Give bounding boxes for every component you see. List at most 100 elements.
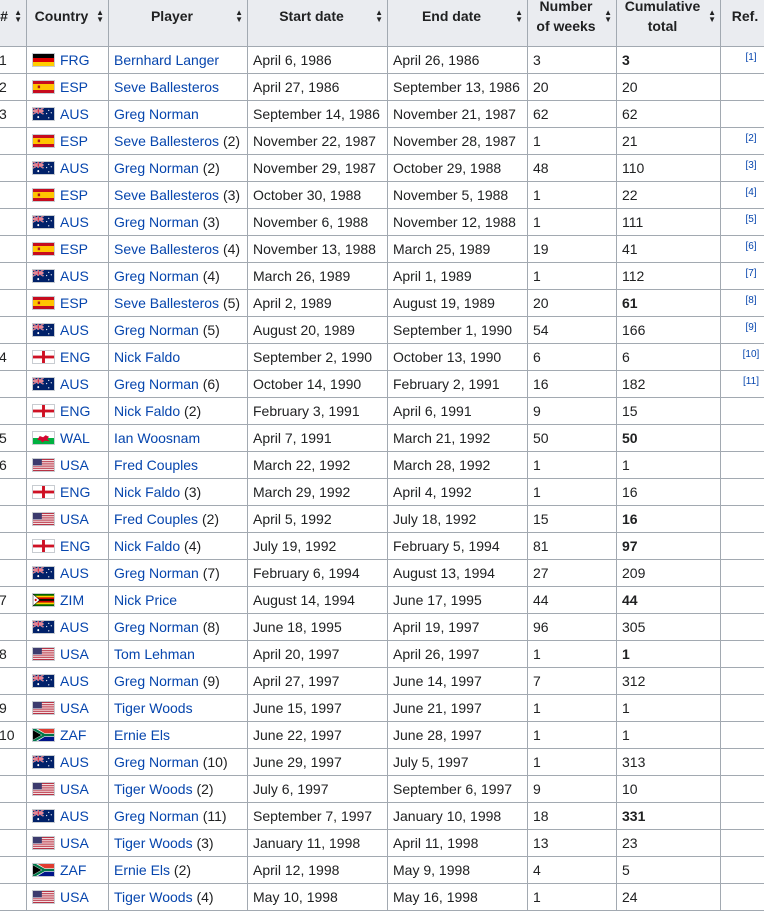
player-link[interactable]: Greg Norman xyxy=(114,214,199,230)
column-header-num[interactable]: #▲▼ xyxy=(0,0,27,47)
end-date-cell: April 11, 1998 xyxy=(388,830,528,857)
country-link[interactable]: AUS xyxy=(60,106,89,122)
reign-count: (7) xyxy=(203,565,220,581)
player-link[interactable]: Greg Norman xyxy=(114,268,199,284)
player-link[interactable]: Ian Woosnam xyxy=(114,430,200,446)
country-link[interactable]: AUS xyxy=(60,322,89,338)
country-link[interactable]: ZIM xyxy=(60,592,84,608)
player-link[interactable]: Ernie Els xyxy=(114,727,170,743)
country-link[interactable]: AUS xyxy=(60,808,89,824)
reference-link[interactable]: [2] xyxy=(745,133,756,144)
country-link[interactable]: USA xyxy=(60,835,89,851)
reference-link[interactable]: [6] xyxy=(745,241,756,252)
country-link[interactable]: WAL xyxy=(60,430,90,446)
country-link[interactable]: ENG xyxy=(60,538,90,554)
rank-number-cell: 5 xyxy=(0,425,27,452)
country-link[interactable]: ESP xyxy=(60,241,88,257)
player-link[interactable]: Greg Norman xyxy=(114,322,199,338)
player-link[interactable]: Greg Norman xyxy=(114,754,199,770)
country-link[interactable]: ENG xyxy=(60,484,90,500)
country-link[interactable]: AUS xyxy=(60,268,89,284)
player-link[interactable]: Seve Ballesteros xyxy=(114,79,219,95)
sort-icon[interactable]: ▲▼ xyxy=(235,9,243,23)
country-link[interactable]: USA xyxy=(60,457,89,473)
country-link[interactable]: ENG xyxy=(60,349,90,365)
country-link[interactable]: ZAF xyxy=(60,862,86,878)
player-link[interactable]: Nick Faldo xyxy=(114,349,180,365)
player-link[interactable]: Bernhard Langer xyxy=(114,52,219,68)
column-header-end[interactable]: End date▲▼ xyxy=(388,0,528,47)
column-header-country[interactable]: Country▲▼ xyxy=(27,0,109,47)
country-link[interactable]: USA xyxy=(60,511,89,527)
column-header-weeks[interactable]: Number of weeks▲▼ xyxy=(528,0,617,47)
sort-icon[interactable]: ▲▼ xyxy=(604,9,612,23)
country-link[interactable]: ENG xyxy=(60,403,90,419)
country-link[interactable]: AUS xyxy=(60,619,89,635)
sort-icon[interactable]: ▲▼ xyxy=(14,9,22,23)
player-link[interactable]: Tiger Woods xyxy=(114,835,193,851)
country-link[interactable]: FRG xyxy=(60,52,90,68)
reference-link[interactable]: [4] xyxy=(745,187,756,198)
flag-south-africa-icon xyxy=(32,728,55,742)
player-link[interactable]: Greg Norman xyxy=(114,376,199,392)
country-link[interactable]: AUS xyxy=(60,673,89,689)
reference-link[interactable]: [5] xyxy=(745,214,756,225)
player-link[interactable]: Greg Norman xyxy=(114,160,199,176)
reference-link[interactable]: [9] xyxy=(745,322,756,333)
country-cell: AUS xyxy=(27,101,109,128)
player-link[interactable]: Tom Lehman xyxy=(114,646,195,662)
reference-link[interactable]: [11] xyxy=(743,376,759,387)
country-link[interactable]: USA xyxy=(60,700,89,716)
cumulative-total-cell: 1 xyxy=(617,722,721,749)
player-link[interactable]: Seve Ballesteros xyxy=(114,295,219,311)
player-link[interactable]: Nick Faldo xyxy=(114,403,180,419)
country-cell: ENG xyxy=(27,479,109,506)
country-link[interactable]: USA xyxy=(60,889,89,905)
column-header-player[interactable]: Player▲▼ xyxy=(109,0,248,47)
player-link[interactable]: Tiger Woods xyxy=(114,700,193,716)
reference-link[interactable]: [10] xyxy=(743,349,760,360)
reference-link[interactable]: [3] xyxy=(745,160,756,171)
country-link[interactable]: ESP xyxy=(60,187,88,203)
country-link[interactable]: ZAF xyxy=(60,727,86,743)
reference-link[interactable]: [8] xyxy=(745,295,756,306)
country-link[interactable]: AUS xyxy=(60,754,89,770)
country-link[interactable]: AUS xyxy=(60,376,89,392)
player-link[interactable]: Greg Norman xyxy=(114,619,199,635)
player-link[interactable]: Tiger Woods xyxy=(114,889,193,905)
sort-icon[interactable]: ▲▼ xyxy=(708,9,716,23)
country-link[interactable]: ESP xyxy=(60,295,88,311)
sort-icon[interactable]: ▲▼ xyxy=(96,9,104,23)
country-link[interactable]: USA xyxy=(60,646,89,662)
country-link[interactable]: AUS xyxy=(60,160,89,176)
country-link[interactable]: ESP xyxy=(60,79,88,95)
player-link[interactable]: Greg Norman xyxy=(114,106,199,122)
player-link[interactable]: Nick Faldo xyxy=(114,538,180,554)
player-link[interactable]: Nick Price xyxy=(114,592,177,608)
country-link[interactable]: USA xyxy=(60,781,89,797)
reference-link[interactable]: [7] xyxy=(745,268,756,279)
player-link[interactable]: Seve Ballesteros xyxy=(114,241,219,257)
player-link[interactable]: Seve Ballesteros xyxy=(114,187,219,203)
sort-icon[interactable]: ▲▼ xyxy=(515,9,523,23)
player-link[interactable]: Seve Ballesteros xyxy=(114,133,219,149)
column-header-start[interactable]: Start date▲▼ xyxy=(248,0,388,47)
player-link[interactable]: Fred Couples xyxy=(114,511,198,527)
reference-link[interactable]: [1] xyxy=(745,52,756,63)
reign-count: (3) xyxy=(203,214,220,230)
player-link[interactable]: Tiger Woods xyxy=(114,781,193,797)
player-link[interactable]: Nick Faldo xyxy=(114,484,180,500)
country-link[interactable]: AUS xyxy=(60,565,89,581)
cumulative-total-cell: 305 xyxy=(617,614,721,641)
player-link[interactable]: Greg Norman xyxy=(114,808,199,824)
reign-count: (2) xyxy=(202,511,219,527)
sort-icon[interactable]: ▲▼ xyxy=(375,9,383,23)
player-link[interactable]: Greg Norman xyxy=(114,673,199,689)
player-link[interactable]: Ernie Els xyxy=(114,862,170,878)
column-header-cumulative[interactable]: Cumulative total▲▼ xyxy=(617,0,721,47)
country-link[interactable]: ESP xyxy=(60,133,88,149)
country-link[interactable]: AUS xyxy=(60,214,89,230)
player-link[interactable]: Fred Couples xyxy=(114,457,198,473)
flag-spain-icon xyxy=(32,80,55,94)
player-link[interactable]: Greg Norman xyxy=(114,565,199,581)
